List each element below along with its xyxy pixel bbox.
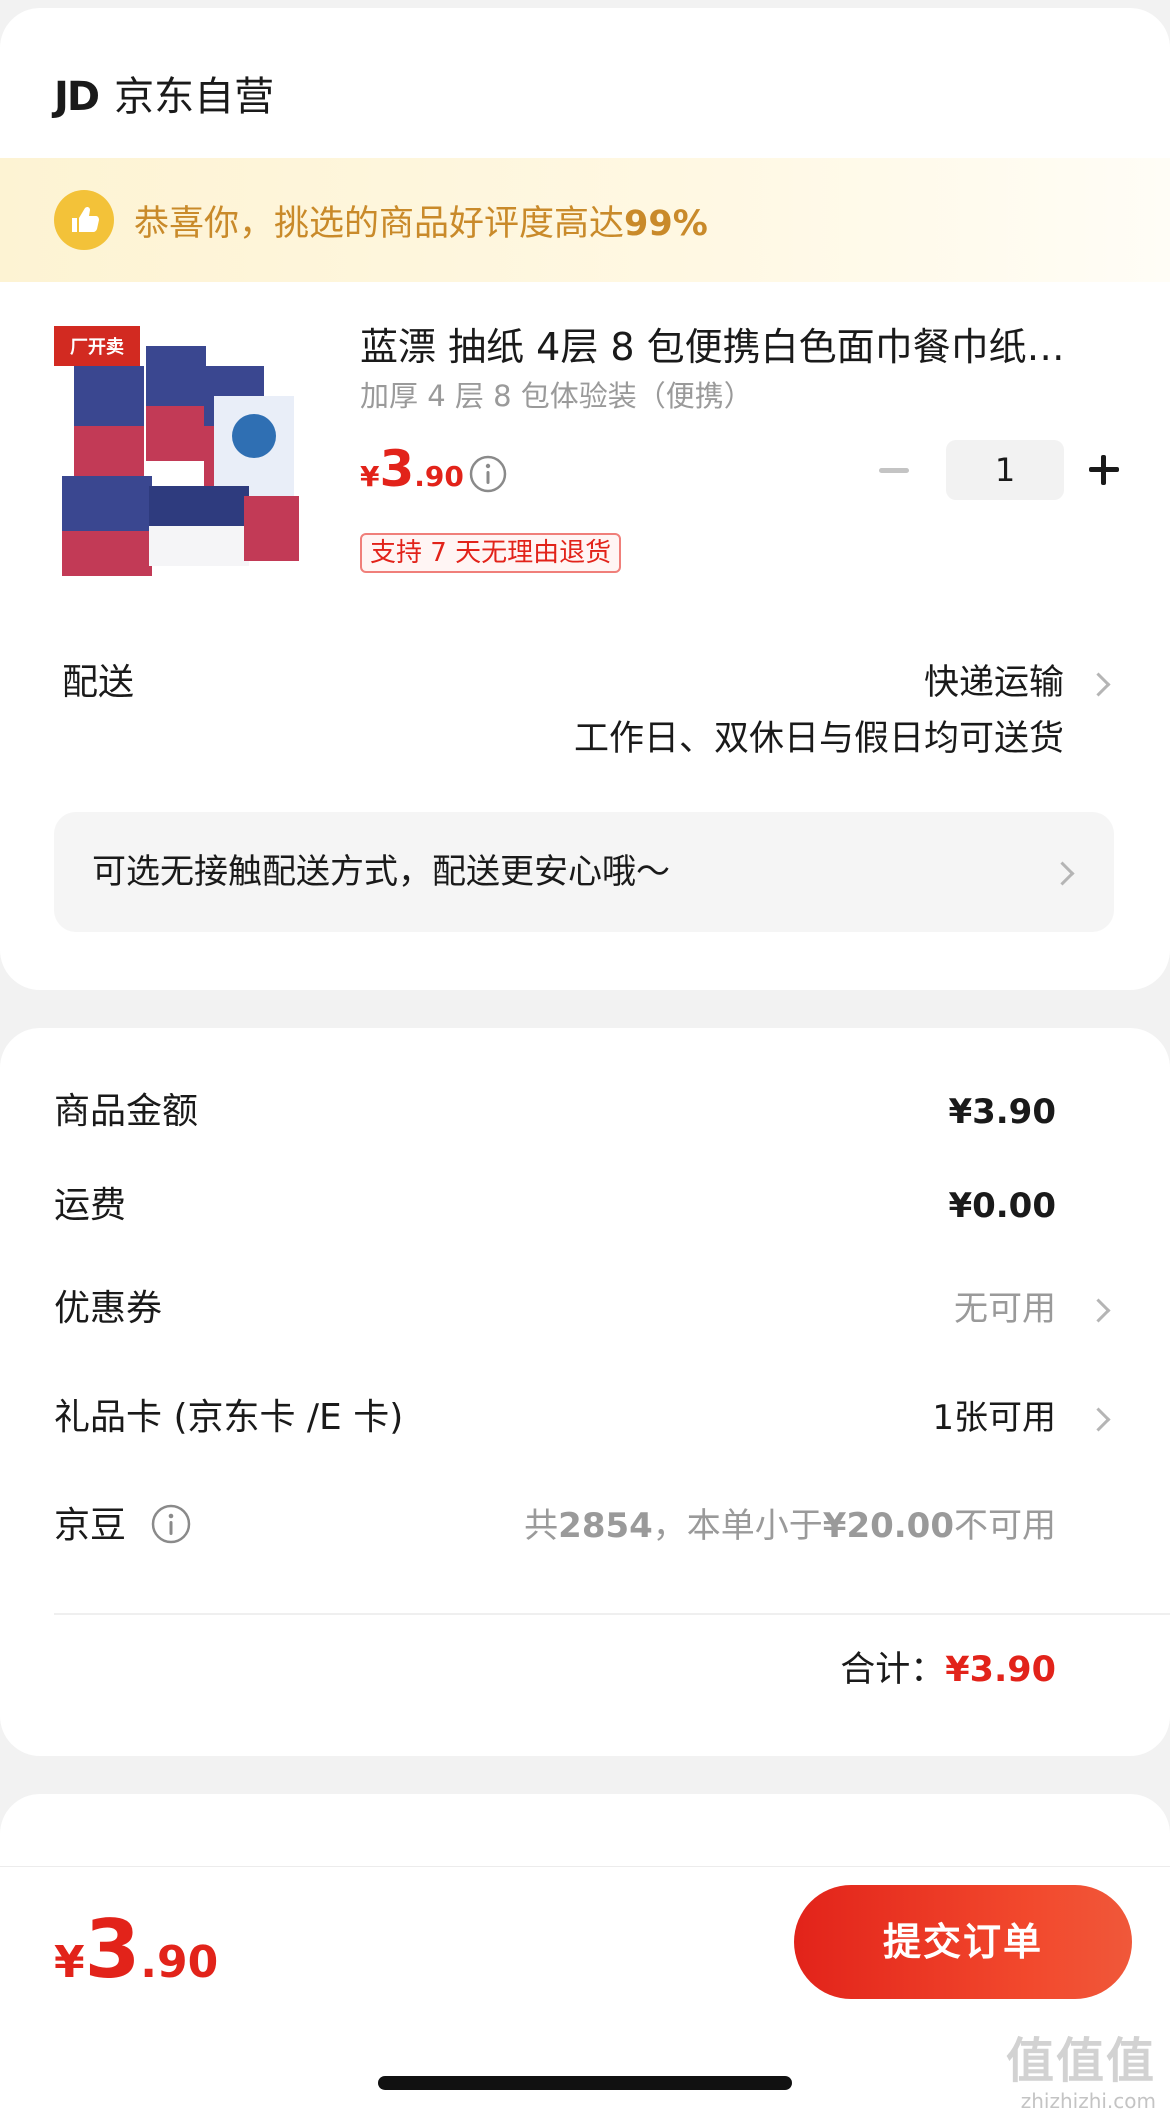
order-total: 合计：¥3.90 <box>840 1644 1056 1696</box>
watermark-logo: 值值值 <box>1005 2033 1156 2089</box>
price-divider <box>54 1613 1170 1615</box>
goods-amount-label: 商品金额 <box>54 1091 199 1132</box>
quantity-stepper: 1 <box>874 440 1124 500</box>
rating-banner: 恭喜你，挑选的商品好评度高达99% <box>0 158 1170 282</box>
shop-name: 京东自营 <box>114 74 275 120</box>
coupon-value[interactable]: 无可用 <box>954 1283 1056 1335</box>
total-value: ¥3.90 <box>945 1650 1056 1690</box>
product-spec[interactable]: 加厚 4 层 8 包体验装（便携） <box>360 376 753 416</box>
goods-amount-value: ¥3.90 <box>948 1092 1056 1132</box>
product-title[interactable]: 蓝漂 抽纸 4层 8 包便携白色面巾餐巾纸… <box>360 320 1080 374</box>
jd-beans-label: 京豆 <box>54 1505 127 1546</box>
quantity-plus-button[interactable] <box>1084 440 1124 500</box>
coupon-label[interactable]: 优惠券 <box>54 1283 162 1335</box>
delivery-chevron-right-icon[interactable] <box>1086 672 1111 697</box>
quantity-input[interactable]: 1 <box>946 440 1064 500</box>
giftcard-label[interactable]: 礼品卡 (京东卡 /E 卡) <box>54 1392 403 1444</box>
rating-banner-text: 恭喜你，挑选的商品好评度高达99% <box>134 203 708 244</box>
price-info-icon[interactable] <box>468 454 508 494</box>
rating-percent: 99% <box>624 203 708 244</box>
product-price-yen: ¥ <box>360 460 380 493</box>
giftcard-value[interactable]: 1张可用 <box>932 1392 1056 1444</box>
shop-header[interactable]: JD 京东自营 <box>54 70 274 124</box>
checkout-price-int: 3 <box>84 1903 141 1996</box>
delivery-method[interactable]: 快递运输 <box>924 658 1064 708</box>
delivery-time[interactable]: 工作日、双休日与假日均可送货 <box>574 714 1064 764</box>
checkout-price: ¥ 3 .90 <box>54 1903 218 1996</box>
thumbs-up-icon <box>54 190 114 250</box>
product-price-dec: .90 <box>414 460 464 493</box>
product-price-int: 3 <box>379 440 415 498</box>
return-policy-badge: 支持 7 天无理由退货 <box>360 533 622 573</box>
checkout-price-yen: ¥ <box>54 1937 85 1988</box>
shipping-label: 运费 <box>54 1185 127 1226</box>
quantity-minus-button[interactable] <box>874 440 914 500</box>
shipping-value: ¥0.00 <box>948 1186 1056 1226</box>
home-indicator[interactable] <box>378 2076 792 2090</box>
checkout-price-dec: .90 <box>140 1937 219 1988</box>
submit-order-button[interactable]: 提交订单 <box>794 1885 1132 1999</box>
jd-beans-value: 共2854，本单小于¥20.00不可用 <box>524 1506 1056 1546</box>
delivery-label: 配送 <box>62 662 135 703</box>
contactless-delivery-text: 可选无接触配送方式，配送更安心哦～ <box>92 852 670 892</box>
total-label: 合计： <box>840 1650 946 1690</box>
order-shop-card: JD 京东自营 恭喜你，挑选的商品好评度高达99% 厂开卖 蓝漂 抽纸 4层 8… <box>0 8 1170 990</box>
product-image-badge: 厂开卖 <box>70 336 124 358</box>
jd-logo: JD <box>54 74 100 120</box>
product-image[interactable]: 厂开卖 <box>54 326 326 598</box>
product-price: ¥ 3 .90 <box>360 440 464 510</box>
watermark-domain: zhizhizhi.com <box>1020 2089 1156 2113</box>
watermark: 值值值 zhizhizhi.com <box>1006 2033 1156 2113</box>
contactless-chevron-right-icon <box>1050 861 1075 886</box>
contactless-delivery-option[interactable]: 可选无接触配送方式，配送更安心哦～ <box>54 812 1114 932</box>
beans-info-icon[interactable] <box>150 1503 192 1545</box>
